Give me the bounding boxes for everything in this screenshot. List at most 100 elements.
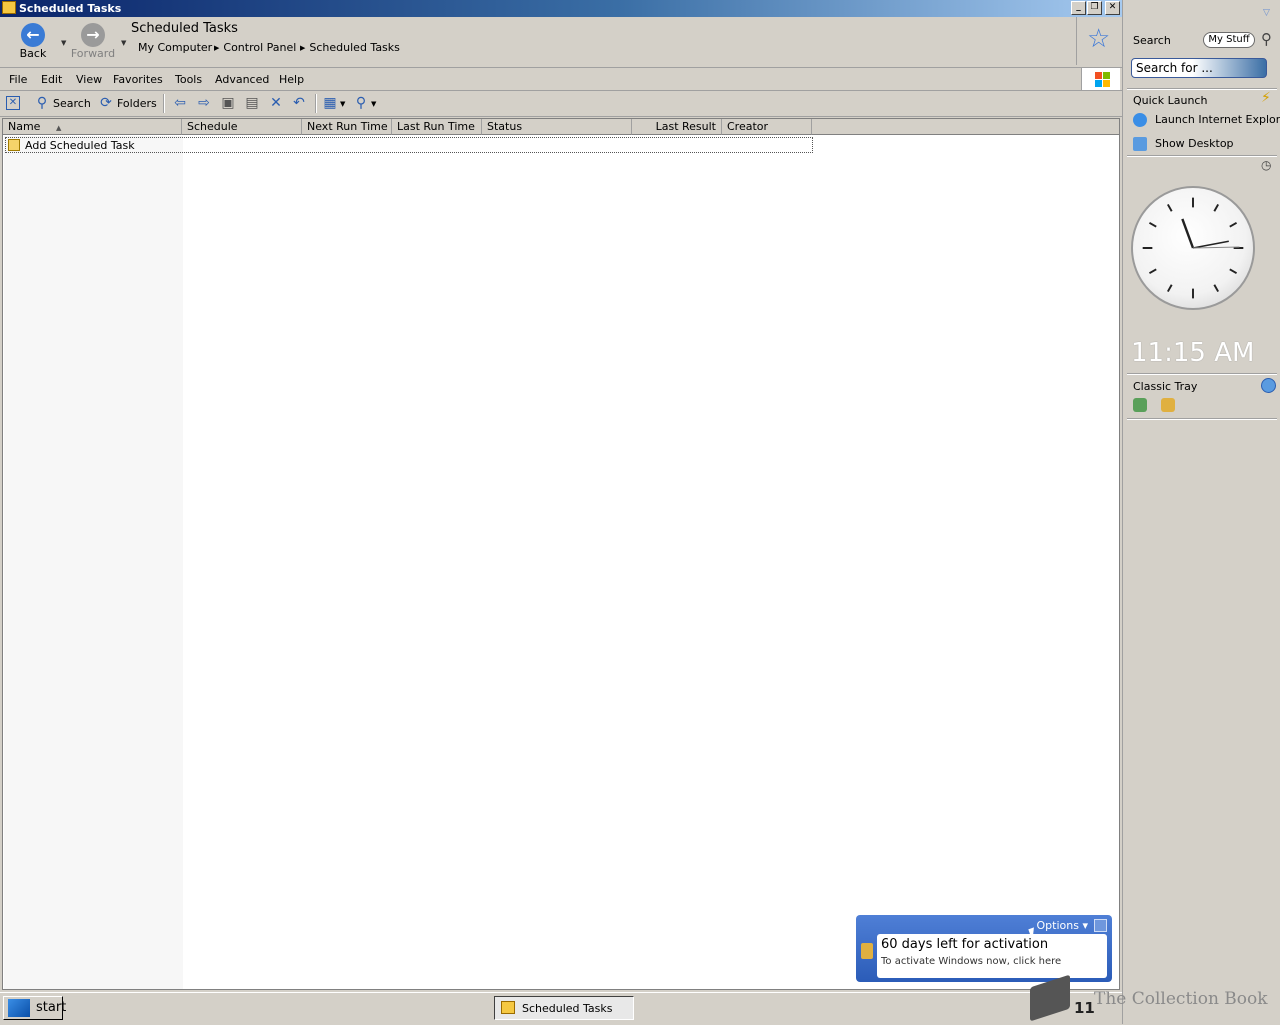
activation-keys-tray-icon[interactable]	[1161, 398, 1175, 412]
my-stuff-button[interactable]: My Stuff	[1203, 32, 1255, 48]
favorites-star-button[interactable]: ☆	[1076, 17, 1123, 65]
task-list-view[interactable]: Name ▲ Schedule Next Run Time Last Run T…	[2, 118, 1120, 990]
close-pane-icon[interactable]: ✕	[6, 96, 20, 110]
classic-tray-title: Classic Tray	[1133, 380, 1198, 393]
book-icon	[1030, 974, 1070, 1022]
restore-button[interactable]: ❐	[1087, 1, 1102, 15]
breadcrumb-scheduled-tasks[interactable]: ▶ Scheduled Tasks	[300, 41, 400, 54]
back-arrow-icon: ←	[21, 23, 45, 47]
breadcrumb-arrow-icon: ▶	[300, 44, 306, 52]
lightning-icon[interactable]: ⚡	[1261, 90, 1271, 106]
sidebar-search-input[interactable]: Search for ...	[1131, 58, 1267, 78]
minimize-button[interactable]: _	[1071, 1, 1086, 15]
move-to-icon[interactable]: ⇨	[196, 95, 212, 111]
column-header-schedule[interactable]: Schedule	[182, 119, 302, 135]
activation-keys-icon	[861, 943, 873, 959]
menu-file[interactable]: File	[9, 73, 27, 86]
forward-button[interactable]: → Forward	[68, 23, 118, 60]
menu-edit[interactable]: Edit	[41, 73, 62, 86]
balloon-close-button[interactable]	[1094, 919, 1107, 932]
column-header-last-run-time[interactable]: Last Run Time	[392, 119, 482, 135]
search-panel-title: Search	[1133, 34, 1171, 47]
taskbar-item-scheduled-tasks[interactable]: Scheduled Tasks	[494, 996, 634, 1020]
column-header-next-run-time[interactable]: Next Run Time	[302, 119, 392, 135]
watermark-text: The Collection Book	[1094, 989, 1268, 1009]
column-header-status[interactable]: Status	[482, 119, 632, 135]
start-logo-icon	[8, 999, 30, 1017]
up-folder-icon[interactable]: ⇦	[172, 95, 188, 111]
activation-balloon[interactable]: Options ▾ 60 days left for activation To…	[856, 915, 1112, 982]
forward-label: Forward	[70, 47, 116, 60]
balloon-options-button[interactable]: Options ▾	[1037, 919, 1088, 932]
tray-clock: 11	[1074, 999, 1095, 1017]
windows-logo-icon	[1081, 68, 1120, 90]
folders-button-label[interactable]: Folders	[117, 97, 157, 110]
table-row[interactable]: Add Scheduled Task	[5, 137, 813, 153]
delete-icon[interactable]: ✕	[268, 95, 284, 111]
star-icon: ☆	[1087, 24, 1111, 54]
taskbar: start Scheduled Tasks	[0, 992, 1122, 1025]
sidebar-menu-dropdown-icon[interactable]: ▽	[1263, 8, 1270, 18]
menu-tools[interactable]: Tools	[175, 73, 202, 86]
breadcrumb-arrow-icon: ▶	[214, 44, 220, 52]
forward-history-dropdown-icon[interactable]: ▼	[121, 39, 126, 47]
views-icon[interactable]: ▦	[322, 95, 338, 111]
balloon-heading: 60 days left for activation	[881, 937, 1049, 952]
navigation-bar: ← Back ▼ → Forward ▼ Scheduled Tasks My …	[0, 17, 1122, 68]
menu-help[interactable]: Help	[279, 73, 304, 86]
close-button[interactable]: ✕	[1105, 1, 1120, 15]
breadcrumb-my-computer[interactable]: My Computer	[138, 41, 212, 54]
title-bar[interactable]: Scheduled Tasks _ ❐ ✕	[0, 0, 1122, 17]
quick-launch-title: Quick Launch	[1133, 94, 1208, 107]
add-scheduled-task-icon	[8, 139, 20, 151]
search-button-label[interactable]: Search	[53, 97, 91, 110]
find-icon[interactable]: ⚲	[353, 95, 369, 111]
folders-icon[interactable]: ⟳	[98, 95, 114, 111]
show-desktop-icon	[1133, 137, 1147, 151]
back-history-dropdown-icon[interactable]: ▼	[61, 39, 66, 47]
undo-icon[interactable]: ↶	[291, 95, 307, 111]
classic-tray-options-icon[interactable]	[1261, 378, 1276, 393]
sorted-column-shade	[4, 136, 183, 989]
find-dropdown-icon[interactable]: ▼	[371, 100, 376, 108]
sort-ascending-icon: ▲	[55, 124, 62, 132]
column-header-name[interactable]: Name ▲	[3, 119, 182, 135]
scheduled-tasks-folder-icon	[2, 1, 16, 14]
balloon-subtext[interactable]: To activate Windows now, click here	[881, 956, 1061, 967]
forward-arrow-icon: →	[81, 23, 105, 47]
row-name: Add Scheduled Task	[25, 139, 135, 152]
taskbar-item-label: Scheduled Tasks	[522, 1002, 613, 1015]
paste-icon[interactable]: ▤	[244, 95, 260, 111]
search-icon[interactable]: ⚲	[34, 95, 50, 111]
start-button[interactable]: start	[3, 996, 67, 1020]
copy-to-icon[interactable]: ▣	[220, 95, 236, 111]
quick-launch-show-desktop[interactable]: Show Desktop	[1155, 137, 1234, 150]
back-button[interactable]: ← Back	[8, 23, 58, 60]
menu-advanced[interactable]: Advanced	[215, 73, 269, 86]
column-header-creator[interactable]: Creator	[722, 119, 812, 135]
views-dropdown-icon[interactable]: ▼	[340, 100, 345, 108]
column-header-last-result[interactable]: Last Result	[632, 119, 722, 135]
start-label: start	[36, 1000, 67, 1015]
network-tray-icon[interactable]	[1133, 398, 1147, 412]
scheduled-tasks-folder-icon	[501, 1001, 515, 1014]
digital-clock-time: 11:15 AM	[1131, 338, 1255, 368]
balloon-body[interactable]: 60 days left for activation To activate …	[877, 934, 1107, 978]
menu-view[interactable]: View	[76, 73, 102, 86]
hour-hand	[1181, 218, 1195, 249]
quick-launch-internet-explorer[interactable]: Launch Internet Explore	[1155, 113, 1280, 126]
back-label: Back	[19, 47, 47, 60]
analog-clock	[1131, 186, 1255, 310]
menu-favorites[interactable]: Favorites	[113, 73, 163, 86]
watermark: 11 The Collection Book	[1030, 974, 1280, 1024]
search-magnifier-icon[interactable]: ⚲	[1261, 30, 1272, 48]
breadcrumb-control-panel[interactable]: ▶ Control Panel	[214, 41, 296, 54]
location-title: Scheduled Tasks	[131, 21, 238, 36]
sidebar: ▽ Search My Stuff ⚲ Search for ... Quick…	[1122, 0, 1280, 1024]
internet-explorer-icon	[1133, 113, 1147, 127]
window-title: Scheduled Tasks	[19, 2, 122, 15]
toolbar: ✕ ⚲ Search ⟳ Folders ⇦ ⇨ ▣ ▤ ✕ ↶ ▦ ▼ ⚲ ▼	[0, 91, 1122, 117]
menu-bar: File Edit View Favorites Tools Advanced …	[0, 68, 1122, 91]
column-header-filler	[812, 119, 1119, 135]
clock-settings-icon[interactable]: ◷	[1261, 158, 1271, 172]
